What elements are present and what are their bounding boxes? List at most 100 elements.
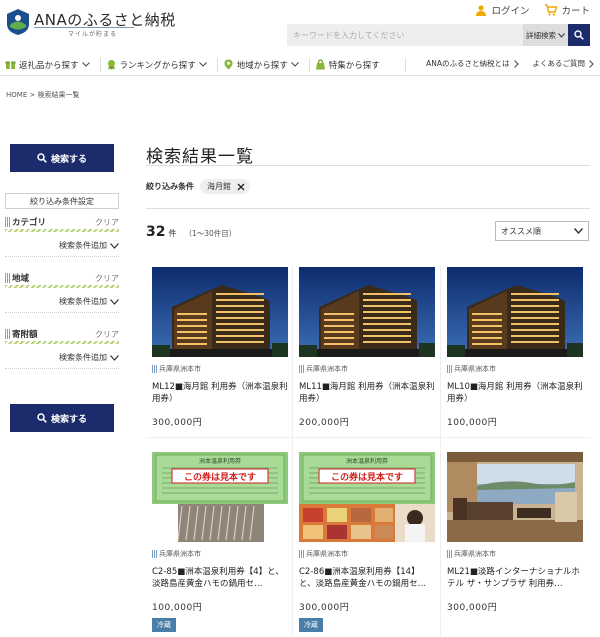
product-card[interactable]: 兵庫県洲本市 ML11■海月館 利用券（洲本温泉利用券） 200,000円 [299, 267, 435, 428]
product-image[interactable] [299, 267, 435, 357]
sample-stamp: この券は見本です [331, 471, 403, 483]
product-location: 兵庫県洲本市 [447, 549, 583, 559]
main-nav: 返礼品から探す ランキングから探す 地域から探す 特集から探す ANAのふるさと… [0, 54, 600, 76]
product-card[interactable]: 兵庫県洲本市 ML21■淡路インターナショナルホテル ザ・サンプラザ 利用券… 30… [447, 452, 583, 613]
faq-link[interactable]: よくあるご質問 [533, 58, 595, 69]
product-name[interactable]: ML21■淡路インターナショナルホテル ザ・サンプラザ 利用券… [447, 566, 583, 590]
filter-group-donation: 寄附額 クリア 検索条件追加 [5, 328, 119, 369]
add-filter-label: 検索条件追加 [59, 353, 107, 362]
close-icon[interactable] [237, 183, 245, 191]
sidebar-search-label: 検索する [50, 154, 87, 165]
stripe-icon [5, 217, 10, 227]
title-divider [146, 165, 590, 166]
cart-link[interactable]: カート [545, 3, 590, 17]
ana-logo-icon[interactable] [5, 8, 31, 36]
chevron-down-icon [574, 228, 583, 234]
sidebar-search-button-bottom[interactable]: 検索する [10, 404, 114, 432]
product-card[interactable]: 洲本温泉利用券この券は見本です兵庫県洲本市 C2-86■洲本温泉利用券【14】と、… [299, 452, 435, 632]
conditions-label: 絞り込み条件 [146, 182, 194, 191]
product-location: 兵庫県洲本市 [447, 364, 583, 374]
about-link[interactable]: ANAのふるさと納税とは [426, 58, 519, 69]
search-input[interactable] [287, 24, 523, 46]
ranking-medal-icon [107, 60, 115, 70]
filter-group-region: 地域 クリア 検索条件追加 [5, 272, 119, 313]
product-name[interactable]: ML11■海月館 利用券（洲本温泉利用券） [299, 381, 435, 405]
nav-item-features[interactable]: 特集から探す [310, 58, 390, 72]
product-location: 兵庫県洲本市 [152, 549, 288, 559]
add-filter-condition[interactable]: 検索条件追加 [5, 240, 119, 257]
product-name[interactable]: C2-85■洲本温泉利用券【4】と、淡路島産黄金ハモの鍋用セ… [152, 566, 288, 590]
filter-label-text: カテゴリ [12, 218, 47, 228]
product-card[interactable]: 洲本温泉利用券 この券は見本です兵庫県洲本市 C2-85■洲本温泉利用券【4】と、淡… [152, 452, 288, 632]
add-filter-label: 検索条件追加 [59, 297, 107, 306]
result-range: （1～30件目） [184, 229, 237, 238]
nav-item-ranking[interactable]: ランキングから探す [101, 58, 217, 72]
product-location-text: 兵庫県洲本市 [454, 550, 496, 558]
add-filter-label: 検索条件追加 [59, 241, 107, 250]
ticket-title: 洲本温泉利用券 [346, 457, 388, 465]
product-card[interactable]: 兵庫県洲本市 ML12■海月館 利用券（洲本温泉利用券） 300,000円 [152, 267, 288, 428]
page-title: 検索結果一覧 [146, 147, 254, 167]
chevron-right-icon [513, 59, 519, 68]
chevron-down-icon [110, 242, 119, 249]
product-price: 300,000円 [299, 603, 350, 613]
product-price: 200,000円 [299, 418, 350, 428]
filter-stripe [5, 285, 119, 288]
chevron-down-icon [110, 354, 119, 361]
refrigerated-badge: 冷蔵 [299, 618, 323, 632]
product-location: 兵庫県洲本市 [299, 549, 435, 559]
product-card[interactable]: 兵庫県洲本市 ML10■海月館 利用券（洲本温泉利用券） 100,000円 [447, 267, 583, 428]
filter-clear-link[interactable]: クリア [95, 329, 119, 340]
search-icon [37, 413, 47, 423]
product-image[interactable]: 洲本温泉利用券この券は見本です [299, 452, 435, 542]
faq-label: よくあるご質問 [532, 59, 586, 68]
product-name[interactable]: ML10■海月館 利用券（洲本温泉利用券） [447, 381, 583, 405]
sort-select[interactable]: オススメ順 [495, 221, 589, 241]
filter-clear-link[interactable]: クリア [95, 273, 119, 284]
chevron-down-icon [110, 298, 119, 305]
breadcrumb[interactable]: HOME > 検索結果一覧 [6, 90, 80, 100]
hotel-photo [447, 267, 583, 357]
product-location-text: 兵庫県洲本市 [306, 550, 348, 558]
location-stripe-icon [299, 550, 304, 558]
filter-settings-title: 絞り込み条件設定 [5, 193, 119, 209]
condition-chip[interactable]: 海月館 [200, 179, 250, 194]
location-stripe-icon [299, 365, 304, 373]
ticket-photo: 洲本温泉利用券この券は見本です [152, 452, 288, 542]
product-image[interactable] [447, 452, 583, 542]
login-link[interactable]: ログイン [475, 3, 529, 17]
filter-label-text: 地域 [12, 274, 30, 284]
filter-stripe [5, 229, 119, 232]
user-icon [476, 5, 487, 16]
gift-icon [5, 61, 16, 69]
detail-search-button[interactable]: 詳細検索 [523, 24, 568, 46]
product-price: 300,000円 [447, 603, 498, 613]
product-name[interactable]: C2-86■洲本温泉利用券【14】と、淡路島産黄金ハモの鍋用セ… [299, 566, 435, 590]
nav-item-region[interactable]: 地域から探す [218, 58, 309, 72]
map-pin-icon [224, 59, 233, 70]
product-location-text: 兵庫県洲本市 [159, 365, 201, 373]
detail-search-label: 詳細検索 [526, 30, 556, 40]
filter-label: カテゴリ [5, 216, 46, 228]
site-header: ANAのふるさと納税 マイルが貯まる ログイン カート 詳細検索 [0, 0, 600, 52]
chevron-right-icon [589, 59, 594, 68]
product-image[interactable]: 洲本温泉利用券 この券は見本です [152, 452, 288, 542]
result-count: 32 件 （1～30件目） [146, 224, 236, 240]
about-label: ANAのふるさと納税とは [426, 59, 510, 68]
product-image[interactable] [152, 267, 288, 357]
search-bar: 詳細検索 [287, 24, 590, 46]
active-conditions: 絞り込み条件 海月館 [146, 179, 250, 194]
chevron-down-icon [290, 62, 299, 67]
add-filter-condition[interactable]: 検索条件追加 [5, 296, 119, 313]
chevron-down-icon [81, 62, 90, 67]
product-name[interactable]: ML12■海月館 利用券（洲本温泉利用券） [152, 381, 288, 405]
conditions-divider [146, 208, 590, 209]
hotel-photo [299, 267, 435, 357]
nav-item-gifts[interactable]: 返礼品から探す [0, 58, 100, 72]
search-submit-button[interactable] [568, 24, 590, 46]
add-filter-condition[interactable]: 検索条件追加 [5, 352, 119, 369]
product-image[interactable] [447, 267, 583, 357]
product-location-text: 兵庫県洲本市 [159, 550, 201, 558]
sidebar-search-button-top[interactable]: 検索する [10, 144, 114, 172]
filter-clear-link[interactable]: クリア [95, 217, 119, 228]
